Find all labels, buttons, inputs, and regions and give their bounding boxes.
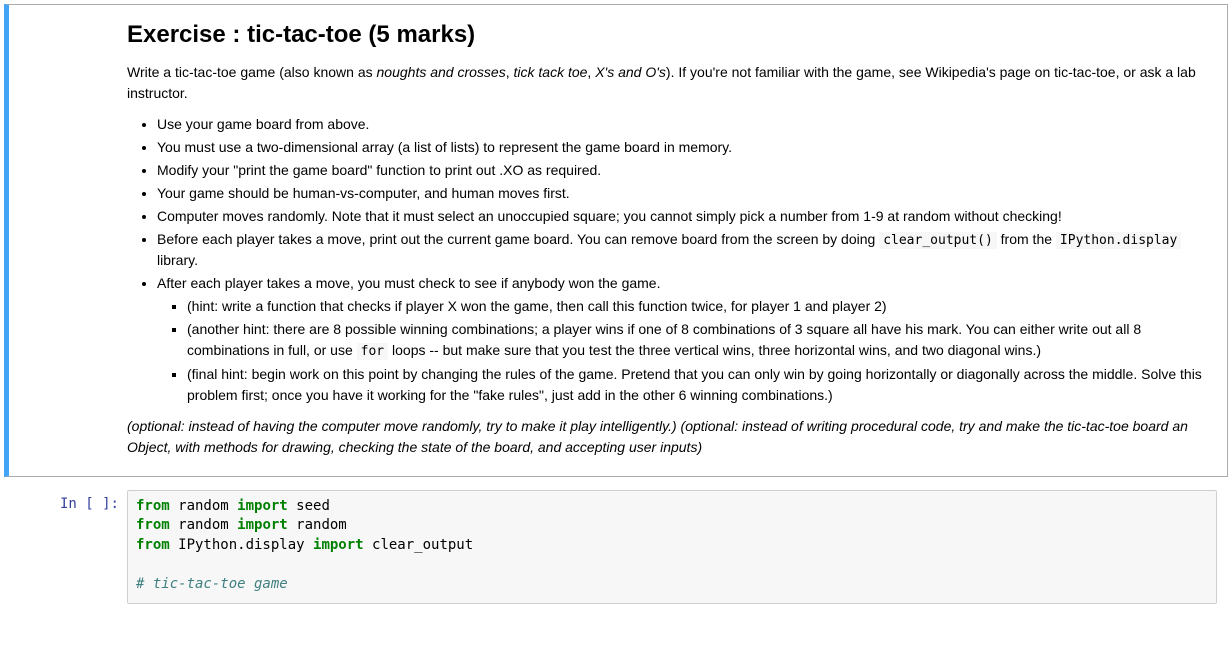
intro-paragraph: Write a tic-tac-toe game (also known as … xyxy=(127,62,1215,104)
text: seed xyxy=(288,498,330,514)
list-item: After each player takes a move, you must… xyxy=(157,273,1215,406)
keyword-from: from xyxy=(136,517,170,533)
text: random xyxy=(288,517,347,533)
hints-list: (hint: write a function that checks if p… xyxy=(157,296,1215,406)
italic-text: tick tack toe xyxy=(514,64,588,80)
text: from the xyxy=(997,231,1056,247)
markdown-prompt xyxy=(9,5,127,476)
list-item: Modify your "print the game board" funct… xyxy=(157,160,1215,181)
text: clear_output xyxy=(364,537,474,553)
keyword-import: import xyxy=(237,498,288,514)
italic-text: noughts and crosses xyxy=(377,64,506,80)
exercise-heading: Exercise : tic-tac-toe (5 marks) xyxy=(127,21,1215,50)
text: After each player takes a move, you must… xyxy=(157,275,661,291)
text: Write a tic-tac-toe game (also known as xyxy=(127,64,377,80)
italic-text: (optional: instead of having the compute… xyxy=(127,418,1188,455)
text: Before each player takes a move, print o… xyxy=(157,231,879,247)
optional-paragraph: (optional: instead of having the compute… xyxy=(127,416,1215,458)
text: IPython.display xyxy=(170,537,313,553)
keyword-from: from xyxy=(136,537,170,553)
italic-text: X's and O's xyxy=(595,64,666,80)
inline-code: for xyxy=(357,343,388,360)
list-item: (hint: write a function that checks if p… xyxy=(187,296,1215,317)
comment: # tic-tac-toe game xyxy=(136,576,288,592)
markdown-content: Exercise : tic-tac-toe (5 marks) Write a… xyxy=(127,5,1227,476)
list-item: You must use a two-dimensional array (a … xyxy=(157,137,1215,158)
inline-code: clear_output() xyxy=(879,232,997,249)
list-item: Before each player takes a move, print o… xyxy=(157,229,1215,272)
notebook: Exercise : tic-tac-toe (5 marks) Write a… xyxy=(0,0,1232,613)
list-item: Use your game board from above. xyxy=(157,114,1215,135)
markdown-cell[interactable]: Exercise : tic-tac-toe (5 marks) Write a… xyxy=(4,4,1228,477)
text: random xyxy=(170,517,237,533)
code-input[interactable]: from random import seed from random impo… xyxy=(127,490,1217,604)
inline-code: IPython.display xyxy=(1056,232,1181,249)
keyword-from: from xyxy=(136,498,170,514)
keyword-import: import xyxy=(313,537,364,553)
list-item: Your game should be human-vs-computer, a… xyxy=(157,183,1215,204)
list-item: (another hint: there are 8 possible winn… xyxy=(187,319,1215,362)
list-item: (final hint: begin work on this point by… xyxy=(187,364,1215,406)
code-prompt: In [ ]: xyxy=(5,490,127,604)
text: random xyxy=(170,498,237,514)
text: library. xyxy=(157,252,198,268)
text: , xyxy=(506,64,514,80)
keyword-import: import xyxy=(237,517,288,533)
list-item: Computer moves randomly. Note that it mu… xyxy=(157,206,1215,227)
code-cell[interactable]: In [ ]: from random import seed from ran… xyxy=(4,485,1228,609)
requirements-list: Use your game board from above. You must… xyxy=(127,114,1215,406)
text: loops -- but make sure that you test the… xyxy=(388,342,1041,358)
